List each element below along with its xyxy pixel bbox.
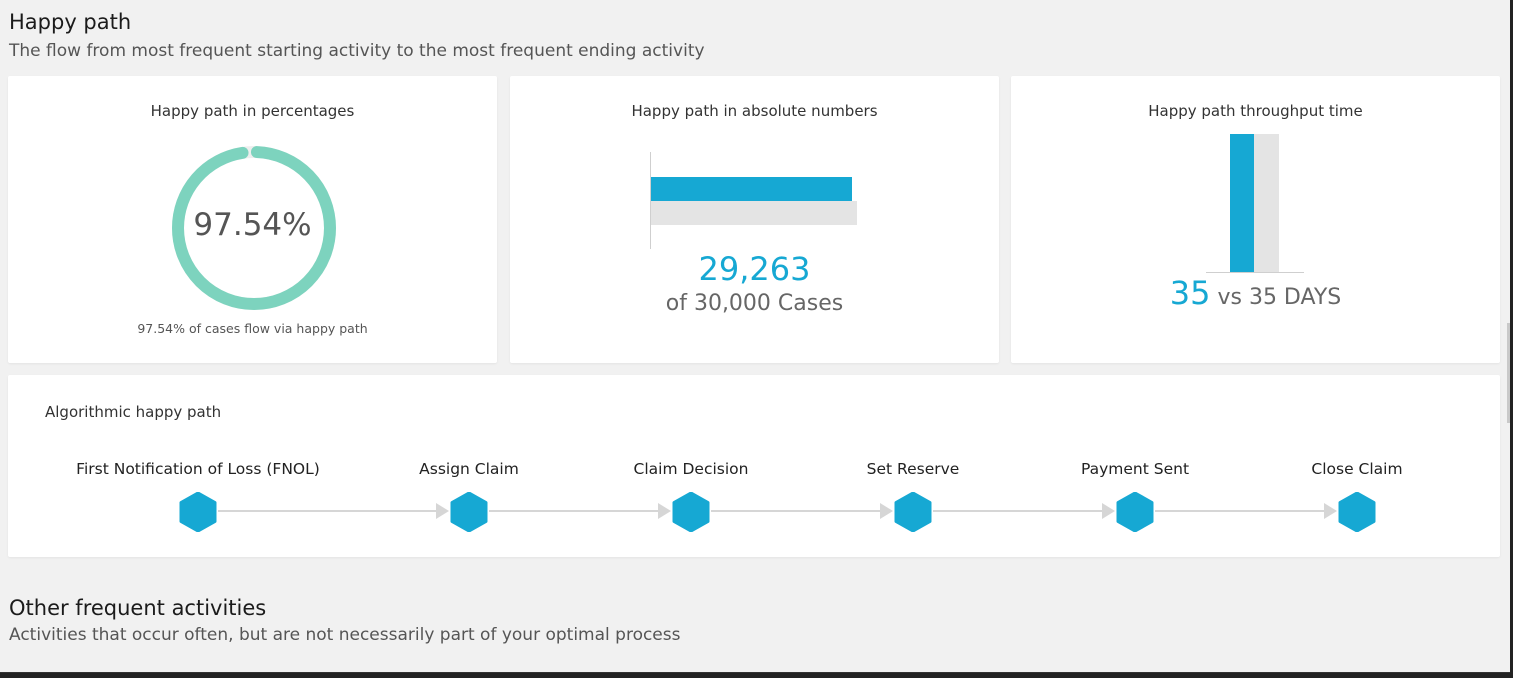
happy-path-heading: Happy path [9, 10, 132, 34]
total-cases-label: of 30,000 Cases [665, 291, 844, 316]
absolute-card: Happy path in absolute numbers 29,263 of… [510, 76, 999, 363]
happy-path-step-node-icon[interactable] [894, 492, 932, 532]
happy-path-connector [489, 510, 659, 512]
percentage-card: Happy path in percentages 97.54% 97.54% … [8, 76, 497, 363]
happy-cases-value: 29,263 [698, 250, 811, 288]
arrow-right-icon [1324, 503, 1337, 519]
happy-path-step-node-icon[interactable] [1116, 492, 1154, 532]
happy-path-connector [711, 510, 881, 512]
scrollbar-thumb[interactable] [1507, 323, 1510, 423]
arrow-right-icon [880, 503, 893, 519]
dashboard-page: Happy path The flow from most frequent s… [0, 0, 1510, 673]
arrow-right-icon [658, 503, 671, 519]
happy-path-step-node-icon[interactable] [1338, 492, 1376, 532]
algorithmic-path-title: Algorithmic happy path [45, 403, 222, 421]
happy-path-connector [218, 510, 437, 512]
happy-path-time-bar [1230, 134, 1254, 272]
arrow-right-icon [436, 503, 449, 519]
absolute-card-title: Happy path in absolute numbers [631, 102, 878, 120]
other-activities-heading: Other frequent activities [9, 596, 267, 620]
percentage-caption: 97.54% of cases flow via happy path [137, 321, 368, 336]
algorithmic-path-card: Algorithmic happy path First Notificatio… [8, 375, 1500, 557]
total-cases-bar [651, 201, 857, 225]
happy-path-step-label: First Notification of Loss (FNOL) [76, 460, 320, 478]
arrow-right-icon [1102, 503, 1115, 519]
other-activities-subtitle: Activities that occur often, but are not… [9, 625, 681, 645]
throughput-card: Happy path throughput time 35 vs 35 DAYS [1011, 76, 1500, 363]
throughput-comparison: vs 35 DAYS [1217, 285, 1342, 310]
happy-path-step-node-icon[interactable] [450, 492, 488, 532]
happy-path-step-node-icon[interactable] [672, 492, 710, 532]
happy-path-connector [933, 510, 1103, 512]
throughput-value: 35 [1169, 274, 1211, 312]
happy-path-connector [1155, 510, 1325, 512]
happy-path-subtitle: The flow from most frequent starting act… [9, 41, 705, 61]
happy-path-step-label: Close Claim [1311, 460, 1403, 478]
percentage-value: 97.54% [193, 207, 312, 243]
happy-cases-bar [651, 177, 852, 201]
percentage-card-title: Happy path in percentages [150, 102, 355, 120]
happy-path-step-node-icon[interactable] [179, 492, 217, 532]
throughput-baseline [1206, 272, 1304, 273]
all-cases-time-bar [1254, 134, 1279, 272]
throughput-summary: 35 vs 35 DAYS [1011, 274, 1500, 312]
throughput-card-title: Happy path throughput time [1148, 102, 1363, 120]
